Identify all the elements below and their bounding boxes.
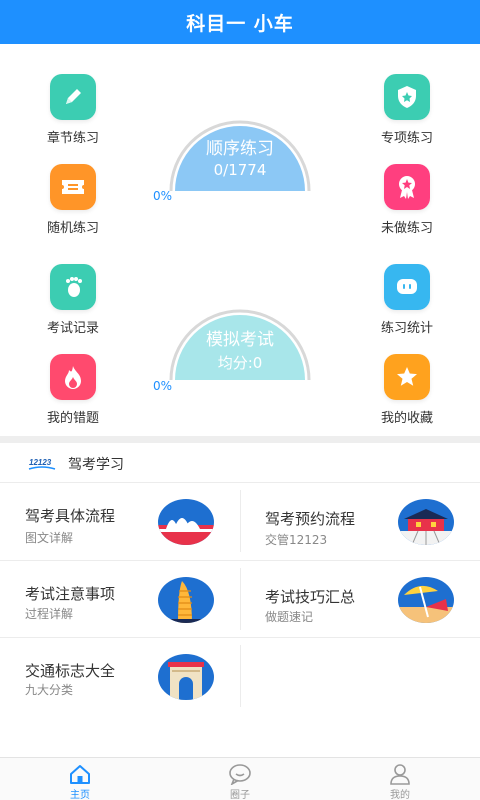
card-title: 考试注意事项: [25, 585, 116, 603]
my-mistakes-button[interactable]: 我的错题: [28, 354, 118, 426]
sequential-percent: 0%: [153, 189, 173, 203]
tab-me-label: 我的: [390, 790, 410, 800]
card-title: 交通标志大全: [25, 662, 116, 680]
mock-exam-title: 模拟考试: [206, 330, 274, 350]
chat-icon: [229, 764, 251, 785]
bottom-tab-bar: 主页 圈子 我的: [0, 757, 480, 800]
undone-practice-button[interactable]: 未做练习: [362, 164, 452, 236]
tower-icon: [158, 577, 214, 623]
fire-icon: [50, 354, 96, 400]
tab-home[interactable]: 主页: [0, 758, 160, 800]
random-practice-button[interactable]: 随机练习: [28, 164, 118, 236]
sequential-practice-title: 顺序练习: [206, 139, 274, 159]
card-title: 驾考预约流程: [265, 510, 356, 528]
shield-star-icon: [384, 74, 430, 120]
mock-percent: 0%: [153, 379, 173, 393]
card-subtitle: 九大分类: [25, 683, 74, 697]
card-subtitle: 做题速记: [265, 610, 314, 624]
card-exam-tips[interactable]: 考试技巧汇总 做题速记: [240, 563, 480, 637]
pencil-icon: [50, 74, 96, 120]
special-practice-button[interactable]: 专项练习: [362, 74, 452, 146]
card-title: 驾考具体流程: [25, 507, 116, 525]
beach-umbrella-icon: [398, 577, 454, 623]
page-title: 科目一 小车: [186, 12, 294, 35]
practice-stats-button[interactable]: 练习统计: [362, 264, 452, 336]
card-exam-process[interactable]: 驾考具体流程 图文详解: [0, 485, 240, 559]
exam-records-label: 考试记录: [46, 321, 99, 336]
chat-bubble-icon: [384, 264, 430, 310]
12123-logo-icon: 12123: [28, 456, 56, 472]
practice-stats-label: 练习统计: [380, 321, 433, 336]
tab-home-label: 主页: [70, 790, 90, 800]
section-divider: [0, 436, 480, 443]
opera-house-icon: [158, 499, 214, 545]
star-icon: [384, 354, 430, 400]
footprint-icon: [50, 264, 96, 310]
card-subtitle: 过程详解: [25, 607, 74, 621]
chapter-practice-button[interactable]: 章节练习: [28, 74, 118, 146]
card-subtitle: 交管12123: [265, 533, 328, 547]
mock-exam-average: 均分:0: [217, 354, 263, 372]
palace-icon: [398, 499, 454, 545]
exam-records-button[interactable]: 考试记录: [28, 264, 118, 336]
undone-practice-label: 未做练习: [380, 221, 433, 236]
title-bar: 科目一 小车: [0, 0, 480, 44]
card-booking-process[interactable]: 驾考预约流程 交管12123: [240, 485, 480, 559]
section-title: 驾考学习: [68, 457, 124, 473]
sequential-practice-count: 0/1774: [213, 161, 267, 179]
row-divider: [0, 482, 480, 483]
card-exam-notes[interactable]: 考试注意事项 过程详解: [0, 563, 240, 637]
svg-text:12123: 12123: [29, 458, 52, 467]
column-divider: [240, 645, 241, 707]
random-practice-label: 随机练习: [46, 221, 99, 236]
section-header: 12123 驾考学习: [0, 446, 480, 482]
ticket-icon: [50, 164, 96, 210]
tab-me[interactable]: 我的: [320, 758, 480, 800]
arch-icon: [158, 654, 214, 700]
my-favorites-button[interactable]: 我的收藏: [362, 354, 452, 426]
tab-community[interactable]: 圈子: [160, 758, 320, 800]
card-traffic-signs[interactable]: 交通标志大全 九大分类: [0, 640, 240, 714]
card-subtitle: 图文详解: [25, 531, 74, 545]
tab-community-label: 圈子: [230, 790, 250, 800]
row-divider: [0, 560, 480, 561]
home-icon: [70, 765, 90, 784]
chapter-practice-label: 章节练习: [46, 131, 99, 146]
mock-exam-gauge[interactable]: 模拟考试 均分:0: [169, 292, 311, 382]
my-mistakes-label: 我的错题: [46, 411, 99, 426]
my-favorites-label: 我的收藏: [380, 411, 433, 426]
row-divider: [0, 637, 480, 638]
award-ribbon-icon: [384, 164, 430, 210]
card-title: 考试技巧汇总: [265, 588, 356, 606]
sequential-practice-gauge[interactable]: 顺序练习 0/1774: [169, 103, 311, 193]
user-icon: [390, 764, 410, 785]
special-practice-label: 专项练习: [380, 131, 433, 146]
